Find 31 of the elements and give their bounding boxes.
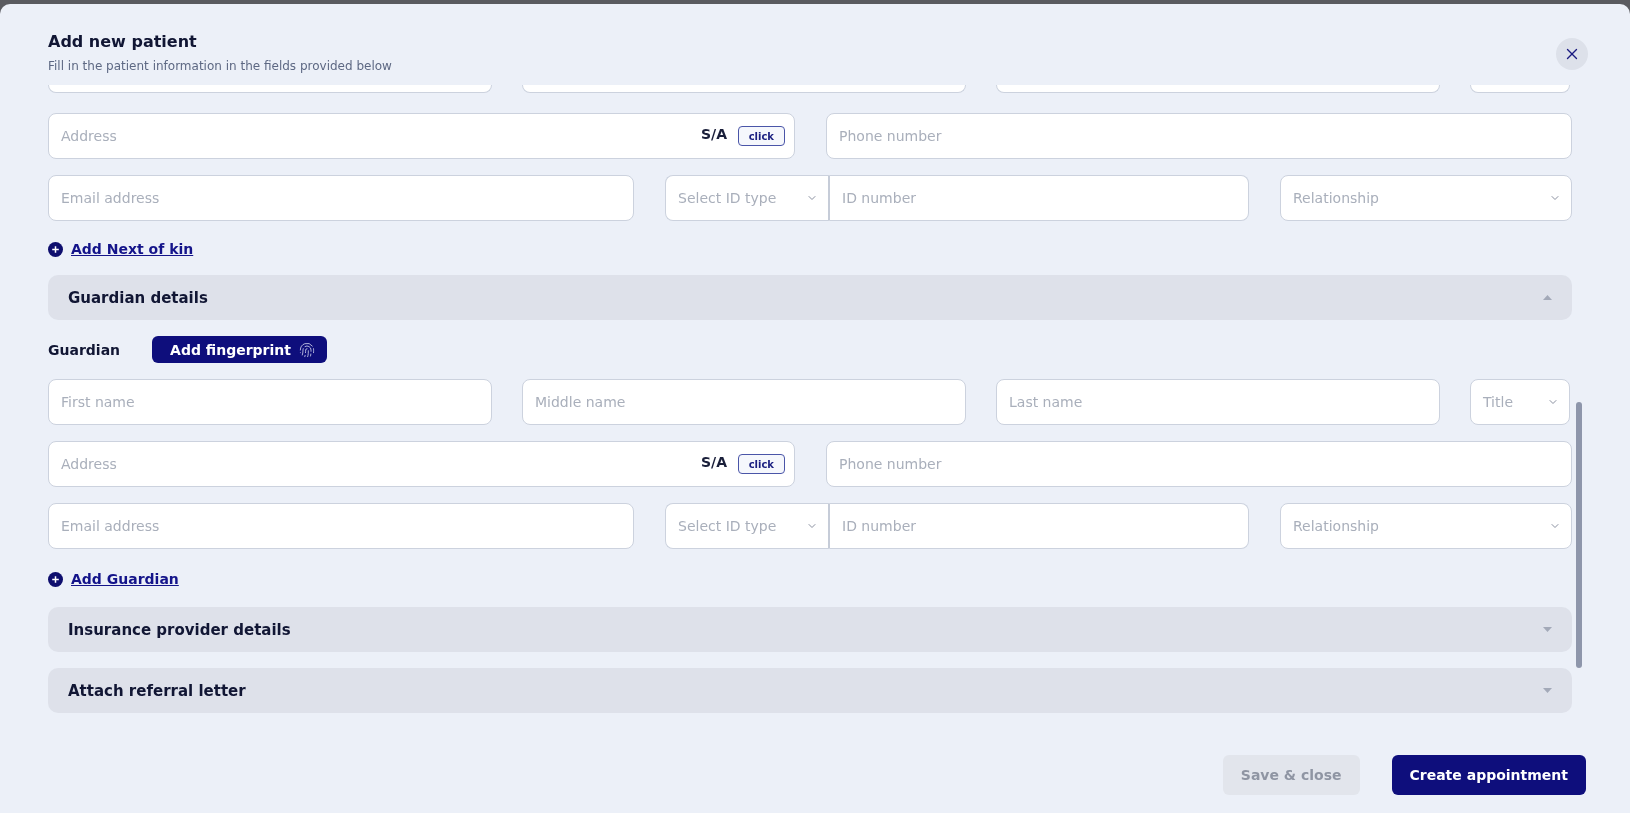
close-button[interactable] (1556, 38, 1588, 70)
guardian-label: Guardian (48, 341, 121, 358)
section-header[interactable]: Guardian details (48, 275, 1572, 320)
caret-up-icon (1543, 295, 1552, 300)
email-field[interactable]: Email address (48, 503, 634, 549)
section-header[interactable]: Insurance provider details (48, 607, 1572, 652)
plus-circle-icon (48, 571, 63, 587)
id-number-field[interactable]: ID number (828, 175, 1249, 221)
email-field[interactable]: Email address (48, 175, 634, 221)
last-name-field[interactable]: Last name (996, 379, 1440, 425)
phone-field[interactable]: Phone number (826, 113, 1572, 159)
sa-label: S/A (700, 454, 727, 470)
dialog-subtitle: Fill in the patient information in the fields provided below (48, 59, 393, 73)
fingerprint-icon (298, 341, 315, 358)
first-name-field[interactable]: First name (48, 379, 492, 425)
plus-circle-icon (48, 241, 63, 257)
phone-field[interactable]: Phone number (826, 441, 1572, 487)
dialog-title: Add new patient (48, 32, 198, 51)
click-button[interactable]: click (737, 454, 785, 474)
scrollbar-thumb[interactable] (1576, 402, 1582, 668)
create-appointment-button[interactable]: Create appointment (1391, 755, 1586, 795)
sa-label: S/A (700, 126, 727, 142)
section-header[interactable]: Attach referral letter (48, 668, 1572, 713)
caret-down-icon (1543, 688, 1552, 693)
add-guardian-link[interactable]: Add Guardian (71, 571, 179, 587)
id-number-field[interactable]: ID number (828, 503, 1249, 549)
caret-down-icon (1543, 627, 1552, 632)
add-fingerprint-button[interactable]: Add fingerprint (152, 336, 327, 363)
click-button[interactable]: click (737, 126, 785, 146)
middle-name-field[interactable]: Middle name (522, 379, 966, 425)
add-next-of-kin-link[interactable]: Add Next of kin (71, 241, 194, 257)
